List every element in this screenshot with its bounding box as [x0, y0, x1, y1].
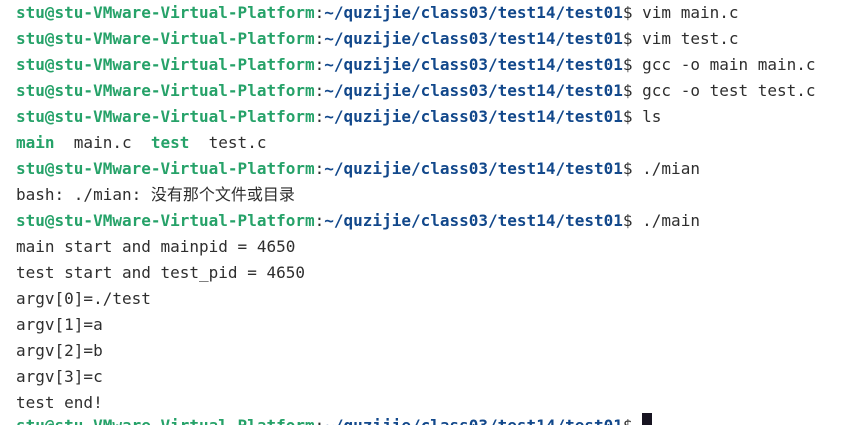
prompt-symbol: $ [622, 81, 643, 100]
prompt-symbol: $ [622, 3, 643, 22]
prompt-line: stu@stu-VMware-Virtual-Platform:~/quziji… [16, 0, 853, 26]
prompt-line: stu@stu-VMware-Virtual-Platform:~/quziji… [16, 78, 853, 104]
prompt-user-host: stu@stu-VMware-Virtual-Platform [16, 29, 315, 48]
prompt-user-host: stu@stu-VMware-Virtual-Platform [16, 416, 315, 425]
program-output: argv[1]=a [16, 315, 103, 334]
prompt-cwd: ~/quzijie/class03/test14/test01 [324, 81, 623, 100]
prompt-cwd: ~/quzijie/class03/test14/test01 [324, 416, 623, 425]
prompt-symbol: $ [622, 29, 643, 48]
prompt-symbol: $ [622, 211, 643, 230]
prompt-cwd: ~/quzijie/class03/test14/test01 [324, 3, 623, 22]
prompt-separator: : [314, 107, 325, 126]
prompt-line-partial: stu@stu-VMware-Virtual-Platform:~/quziji… [16, 413, 653, 425]
prompt-symbol: $ [622, 159, 643, 178]
prompt-separator: : [315, 416, 325, 425]
prompt-separator: : [314, 159, 325, 178]
ls-entry-file: test.c [208, 133, 267, 152]
prompt-symbol: $ [622, 55, 643, 74]
command-text: ls [642, 107, 662, 126]
program-output: argv[0]=./test [16, 289, 151, 308]
terminal-window[interactable]: stu@stu-VMware-Virtual-Platform:~/quziji… [0, 0, 853, 425]
prompt-cwd: ~/quzijie/class03/test14/test01 [324, 159, 623, 178]
prompt-user-host: stu@stu-VMware-Virtual-Platform [16, 159, 315, 178]
prompt-separator: : [314, 81, 325, 100]
text-cursor [642, 413, 653, 425]
ls-entry-executable: main [16, 133, 55, 152]
prompt-separator: : [314, 55, 325, 74]
prompt-line: stu@stu-VMware-Virtual-Platform:~/quziji… [16, 208, 853, 234]
prompt-symbol: $ [622, 107, 643, 126]
ls-output: main main.c test test.c [16, 130, 853, 156]
error-output: bash: ./mian: 没有那个文件或目录 [16, 185, 295, 204]
prompt-separator: : [314, 29, 325, 48]
prompt-user-host: stu@stu-VMware-Virtual-Platform [16, 211, 315, 230]
prompt-user-host: stu@stu-VMware-Virtual-Platform [16, 81, 315, 100]
prompt-cwd: ~/quzijie/class03/test14/test01 [324, 29, 623, 48]
command-text: vim main.c [642, 3, 739, 22]
program-output: argv[3]=c [16, 367, 103, 386]
program-output: argv[2]=b [16, 341, 103, 360]
command-text: ./main [642, 211, 700, 230]
prompt-cwd: ~/quzijie/class03/test14/test01 [324, 55, 623, 74]
prompt-user-host: stu@stu-VMware-Virtual-Platform [16, 3, 315, 22]
command-text: vim test.c [642, 29, 739, 48]
command-text: gcc -o main main.c [642, 55, 816, 74]
prompt-line: stu@stu-VMware-Virtual-Platform:~/quziji… [16, 26, 853, 52]
prompt-user-host: stu@stu-VMware-Virtual-Platform [16, 55, 315, 74]
prompt-user-host: stu@stu-VMware-Virtual-Platform [16, 107, 315, 126]
prompt-separator: : [314, 211, 325, 230]
prompt-line: stu@stu-VMware-Virtual-Platform:~/quziji… [16, 104, 853, 130]
command-text: ./mian [642, 159, 700, 178]
ls-entry-executable: test [150, 133, 190, 152]
prompt-cwd: ~/quzijie/class03/test14/test01 [324, 211, 623, 230]
ls-entry-file: main.c [73, 133, 132, 152]
program-output: test start and test_pid = 4650 [16, 263, 305, 282]
prompt-cwd: ~/quzijie/class03/test14/test01 [324, 107, 623, 126]
prompt-separator: : [314, 3, 325, 22]
prompt-symbol: $ [623, 416, 642, 425]
prompt-line: stu@stu-VMware-Virtual-Platform:~/quziji… [16, 52, 853, 78]
command-text: gcc -o test test.c [642, 81, 816, 100]
program-output: main start and mainpid = 4650 [16, 237, 296, 256]
prompt-line: stu@stu-VMware-Virtual-Platform:~/quziji… [16, 156, 853, 182]
